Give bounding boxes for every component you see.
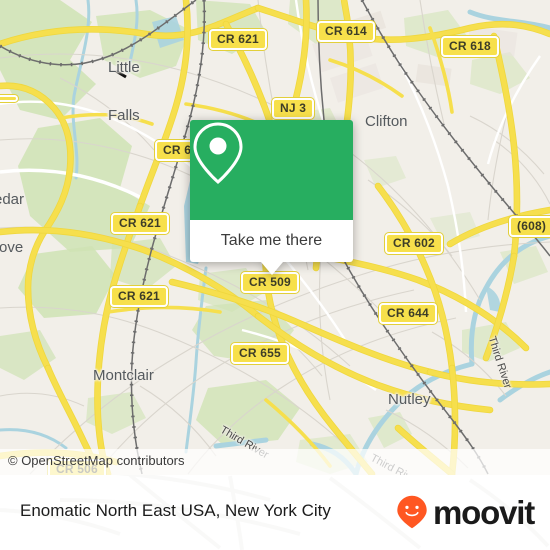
map-attribution-bar: © OpenStreetMap contributors	[0, 449, 550, 475]
highway-shield-nj-3[interactable]: NJ 3	[272, 98, 315, 119]
highway-shield-cr-618[interactable]: CR 618	[441, 36, 499, 57]
popup-pointer-tail	[260, 262, 283, 275]
popup-action-label: Take me there	[220, 232, 323, 249]
attribution-text: © OpenStreetMap contributors	[8, 453, 185, 468]
highway-shield-608[interactable]: (608)	[509, 216, 550, 237]
highway-shield-cr-621[interactable]: CR 621	[111, 213, 169, 234]
moovit-logo[interactable]: moovit	[395, 493, 535, 531]
highway-shield-edge-clipped[interactable]	[0, 95, 18, 102]
map-canvas[interactable]: .pk{fill:#cfe3b4} .wt{fill:#aad3df} .wl{…	[0, 0, 550, 475]
highway-shield-cr-644[interactable]: CR 644	[379, 303, 437, 324]
moovit-pin-icon	[397, 495, 427, 529]
highway-shield-cr-621[interactable]: CR 621	[110, 286, 168, 307]
highway-shield-cr-655[interactable]: CR 655	[231, 343, 289, 364]
highway-shield-cr-621[interactable]: CR 621	[209, 29, 267, 50]
location-popup[interactable]: Take me there	[190, 120, 353, 275]
moovit-map-screenshot: .pk{fill:#cfe3b4} .wt{fill:#aad3df} .wl{…	[0, 0, 550, 550]
footer-bar: Enomatic North East USA, New York City m…	[0, 475, 550, 550]
moovit-wordmark: moovit	[433, 493, 535, 531]
popup-action-button[interactable]: Take me there	[190, 220, 353, 262]
map-pin-icon	[193, 122, 243, 184]
popup-header	[190, 120, 353, 220]
highway-shield-cr-614[interactable]: CR 614	[317, 21, 375, 42]
highway-shield-cr-602[interactable]: CR 602	[385, 233, 443, 254]
location-title: Enomatic North East USA, New York City	[20, 501, 331, 520]
highway-shield-cr-509[interactable]: CR 509	[241, 272, 299, 293]
